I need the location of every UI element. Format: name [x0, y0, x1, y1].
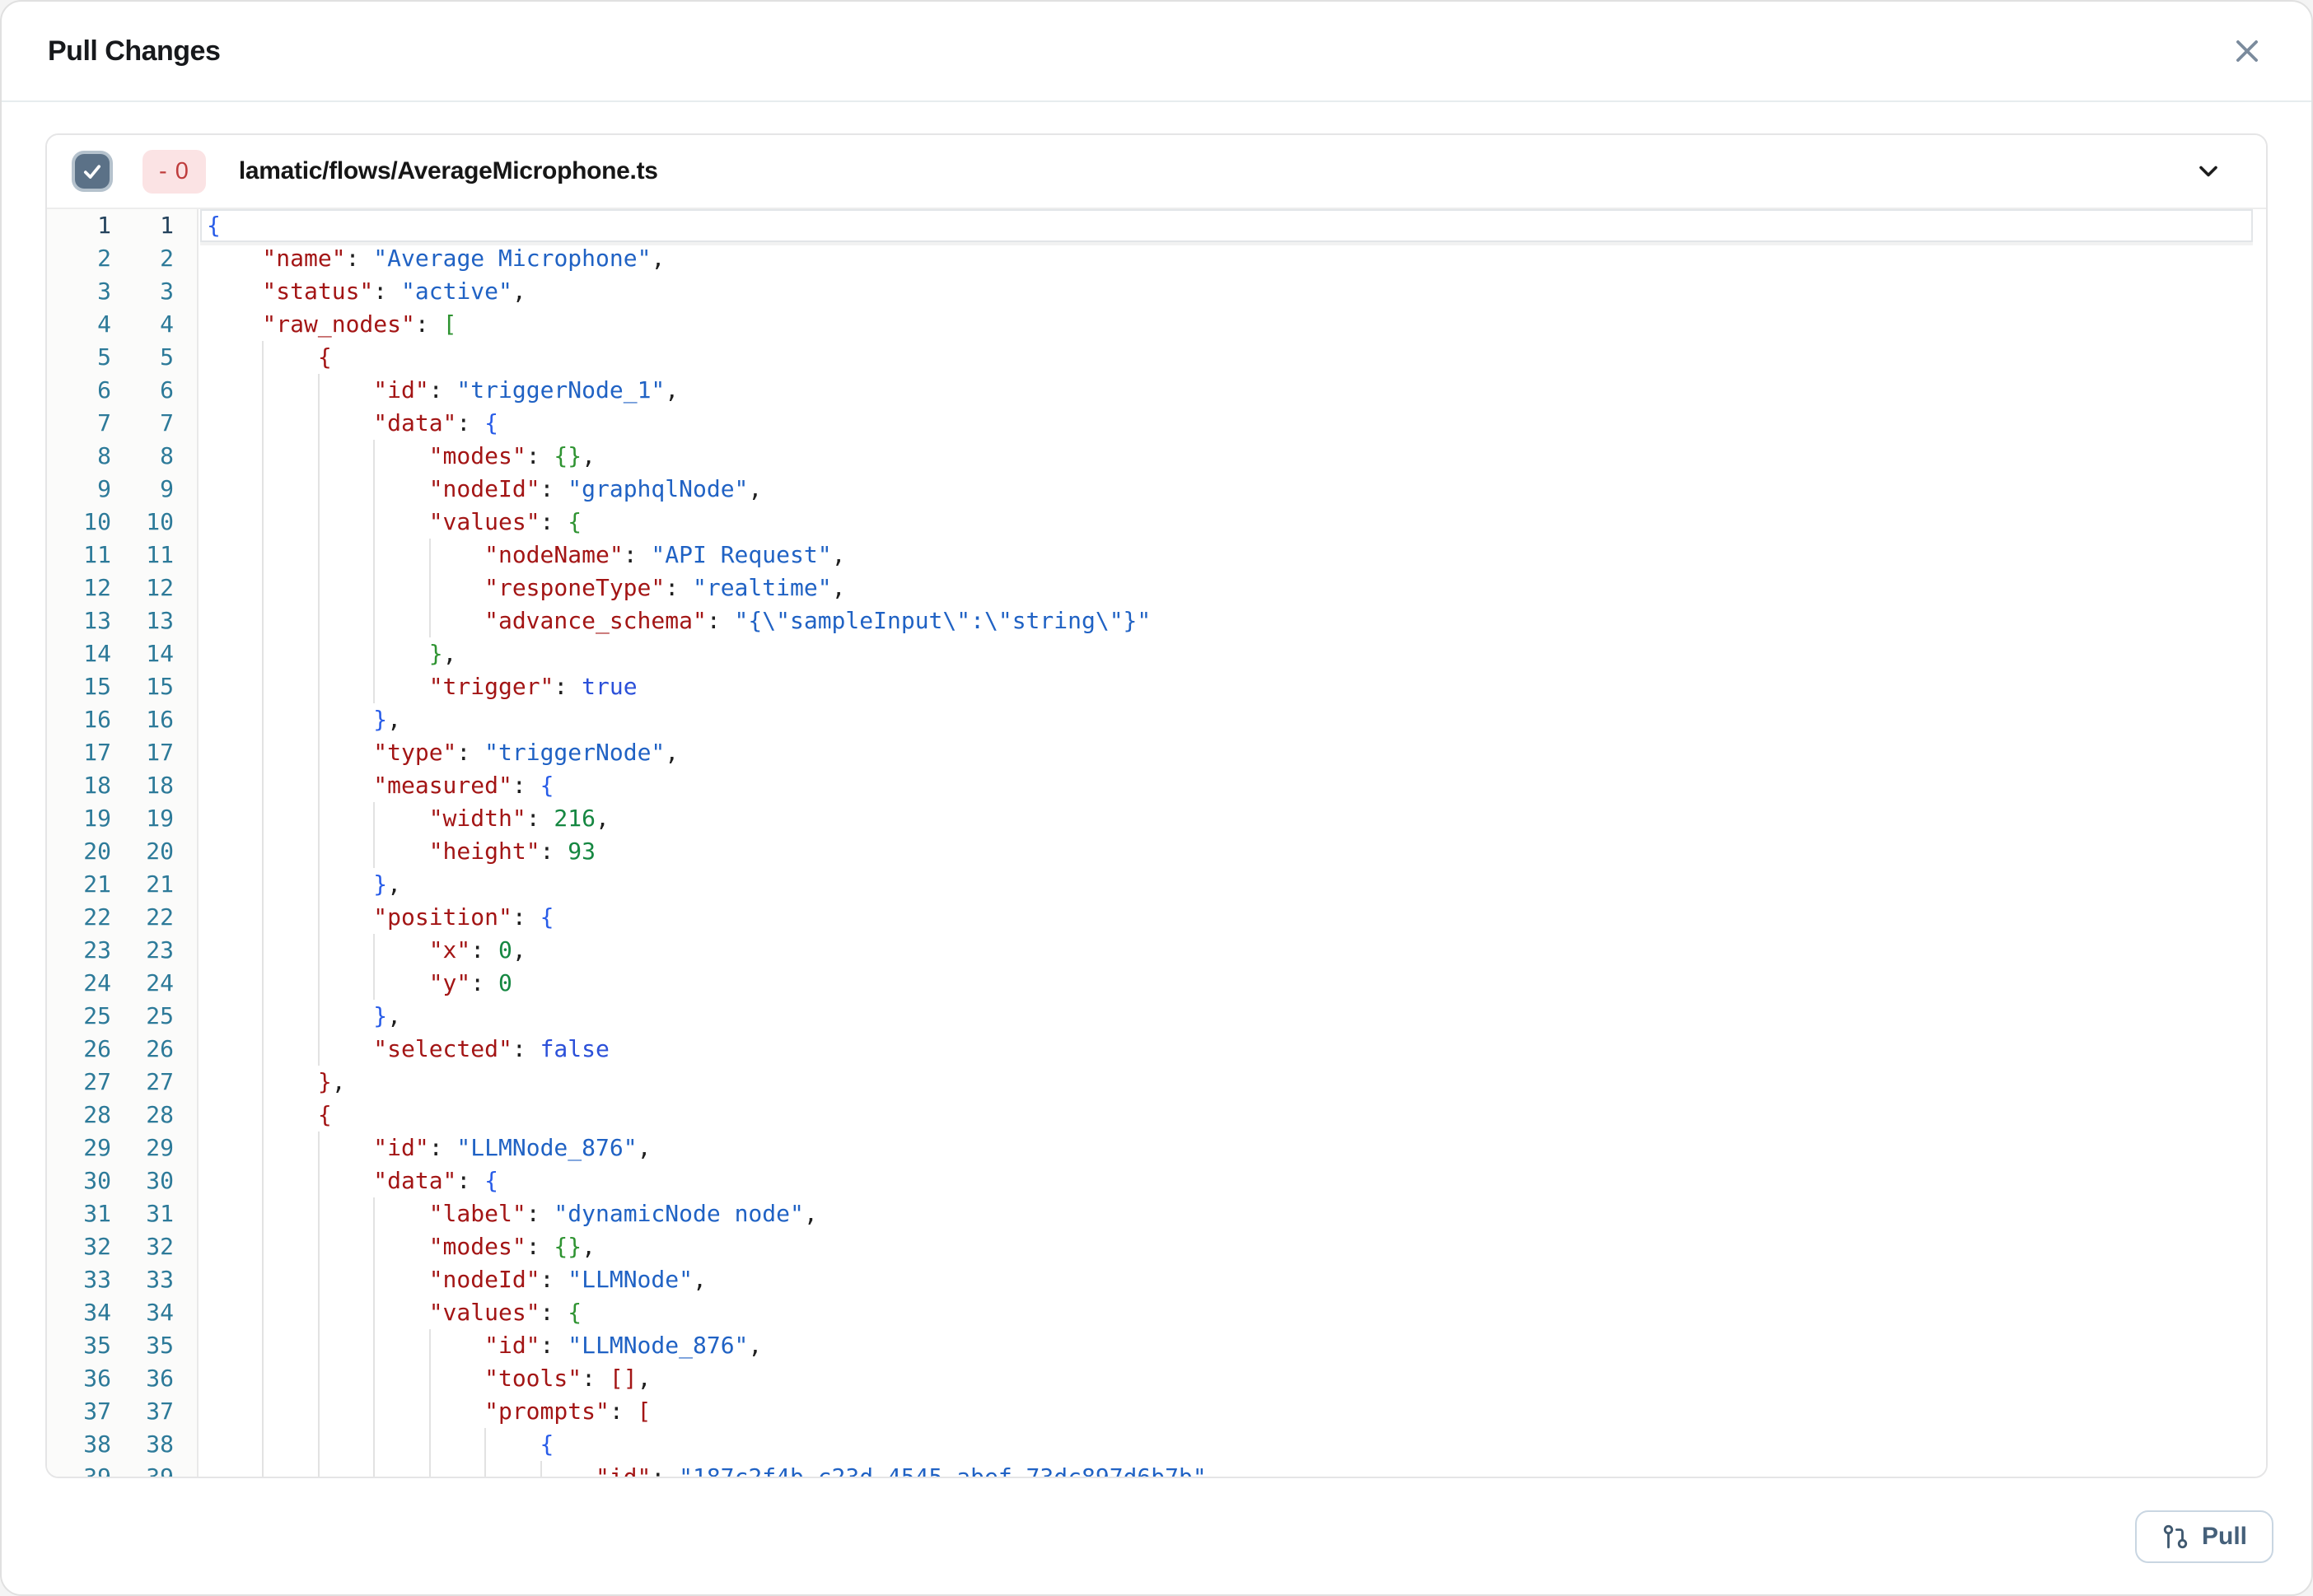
code-line-content: "responeType": "realtime", [200, 572, 2253, 604]
code-line: 3838{ [47, 1428, 2266, 1461]
code-line-content: }, [200, 703, 2253, 736]
code-line-content: "position": { [200, 901, 2253, 934]
file-checkbox[interactable] [75, 154, 110, 189]
chevron-down-icon [2194, 156, 2223, 186]
close-icon [2231, 35, 2263, 67]
pull-button-label: Pull [2202, 1523, 2247, 1551]
code-line: 99"nodeId": "graphqlNode", [47, 473, 2266, 506]
code-line: 55{ [47, 341, 2266, 374]
code-line-content: "trigger": true [200, 670, 2253, 703]
code-line-content: "nodeName": "API Request", [200, 539, 2253, 572]
code-line-content: "modes": {}, [200, 1230, 2253, 1263]
code-line: 2020"height": 93 [47, 835, 2266, 868]
code-line: 2929"id": "LLMNode_876", [47, 1132, 2266, 1164]
code-line-content: "prompts": [ [200, 1395, 2253, 1428]
code-line-content: "advance_schema": "{\"sampleInput\":\"st… [200, 604, 2253, 637]
code-line-content: "values": { [200, 1296, 2253, 1329]
collapse-toggle[interactable] [2194, 156, 2223, 186]
deletions-badge: - 0 [143, 150, 206, 194]
code-line-content: "label": "dynamicNode node", [200, 1197, 2253, 1230]
code-line-content: "values": { [200, 506, 2253, 539]
code-line: 1515"trigger": true [47, 670, 2266, 703]
code-lines: 11{22"name": "Average Microphone",33"sta… [47, 209, 2266, 1478]
code-line-content: "status": "active", [200, 275, 2253, 308]
code-line: 1010"values": { [47, 506, 2266, 539]
code-line: 1616}, [47, 703, 2266, 736]
code-line-content: "id": "LLMNode_876", [200, 1132, 2253, 1164]
code-line: 2626"selected": false [47, 1033, 2266, 1066]
file-name: lamatic/flows/AverageMicrophone.ts [239, 157, 658, 185]
code-line-content: }, [200, 637, 2253, 670]
code-line: 1212"responeType": "realtime", [47, 572, 2266, 604]
code-line-content: "nodeId": "LLMNode", [200, 1263, 2253, 1296]
page-title: Pull Changes [48, 35, 220, 68]
code-line: 33"status": "active", [47, 275, 2266, 308]
code-line-content: "raw_nodes": [ [200, 308, 2253, 341]
code-line-content: "id": "187c2f4b-c23d-4545-abef-73dc897d6… [200, 1461, 2253, 1478]
code-line-content: { [200, 209, 2253, 242]
code-line: 88"modes": {}, [47, 440, 2266, 473]
close-button[interactable] [2229, 33, 2265, 69]
code-line-content: "height": 93 [200, 835, 2253, 868]
dialog-header: Pull Changes [2, 2, 2311, 102]
code-line-content: "nodeId": "graphqlNode", [200, 473, 2253, 506]
code-line: 1313"advance_schema": "{\"sampleInput\":… [47, 604, 2266, 637]
code-line-content: { [200, 341, 2253, 374]
code-line: 3131"label": "dynamicNode node", [47, 1197, 2266, 1230]
code-line-content: "name": "Average Microphone", [200, 242, 2253, 275]
code-line-content: "width": 216, [200, 802, 2253, 835]
code-line-content: "x": 0, [200, 934, 2253, 967]
code-line: 2121}, [47, 868, 2266, 901]
code-line-content: "measured": { [200, 769, 2253, 802]
code-line: 3939"id": "187c2f4b-c23d-4545-abef-73dc8… [47, 1461, 2266, 1478]
code-line: 3636"tools": [], [47, 1362, 2266, 1395]
code-line: 2727}, [47, 1066, 2266, 1099]
git-pull-request-icon [2161, 1523, 2189, 1551]
code-line: 2828{ [47, 1099, 2266, 1132]
code-line: 77"data": { [47, 407, 2266, 440]
file-diff-card: - 0 lamatic/flows/AverageMicrophone.ts 1… [45, 133, 2268, 1478]
code-line-content: }, [200, 868, 2253, 901]
code-line: 1919"width": 216, [47, 802, 2266, 835]
code-line-content: "type": "triggerNode", [200, 736, 2253, 769]
code-line: 44"raw_nodes": [ [47, 308, 2266, 341]
code-line: 2323"x": 0, [47, 934, 2266, 967]
code-line-content: "modes": {}, [200, 440, 2253, 473]
code-line-content: { [200, 1428, 2253, 1461]
code-line-content: "id": "triggerNode_1", [200, 374, 2253, 407]
code-line-content: "tools": [], [200, 1362, 2253, 1395]
code-line-content: "data": { [200, 407, 2253, 440]
code-line: 3030"data": { [47, 1164, 2266, 1197]
pull-changes-dialog: Pull Changes - 0 lamatic/flows/AverageMi… [0, 0, 2313, 1596]
code-line: 2525}, [47, 1000, 2266, 1033]
code-line: 3535"id": "LLMNode_876", [47, 1329, 2266, 1362]
file-header-row[interactable]: - 0 lamatic/flows/AverageMicrophone.ts [47, 135, 2266, 209]
code-line: 3333"nodeId": "LLMNode", [47, 1263, 2266, 1296]
code-line-content: }, [200, 1066, 2253, 1099]
code-line: 3434"values": { [47, 1296, 2266, 1329]
code-line: 1414}, [47, 637, 2266, 670]
pull-button[interactable]: Pull [2135, 1510, 2273, 1563]
code-line: 3232"modes": {}, [47, 1230, 2266, 1263]
code-line-content: }, [200, 1000, 2253, 1033]
check-icon [81, 160, 104, 183]
code-line-content: "id": "LLMNode_876", [200, 1329, 2253, 1362]
code-line: 1717"type": "triggerNode", [47, 736, 2266, 769]
code-line: 11{ [47, 209, 2266, 242]
code-line: 66"id": "triggerNode_1", [47, 374, 2266, 407]
code-line: 2424"y": 0 [47, 967, 2266, 1000]
code-diff-viewer[interactable]: 11{22"name": "Average Microphone",33"sta… [47, 209, 2266, 1478]
code-line: 22"name": "Average Microphone", [47, 242, 2266, 275]
code-line-content: "y": 0 [200, 967, 2253, 1000]
code-line-content: "selected": false [200, 1033, 2253, 1066]
code-line: 2222"position": { [47, 901, 2266, 934]
code-line-content: { [200, 1099, 2253, 1132]
code-line: 1818"measured": { [47, 769, 2266, 802]
code-line: 1111"nodeName": "API Request", [47, 539, 2266, 572]
code-line-content: "data": { [200, 1164, 2253, 1197]
code-line: 3737"prompts": [ [47, 1395, 2266, 1428]
